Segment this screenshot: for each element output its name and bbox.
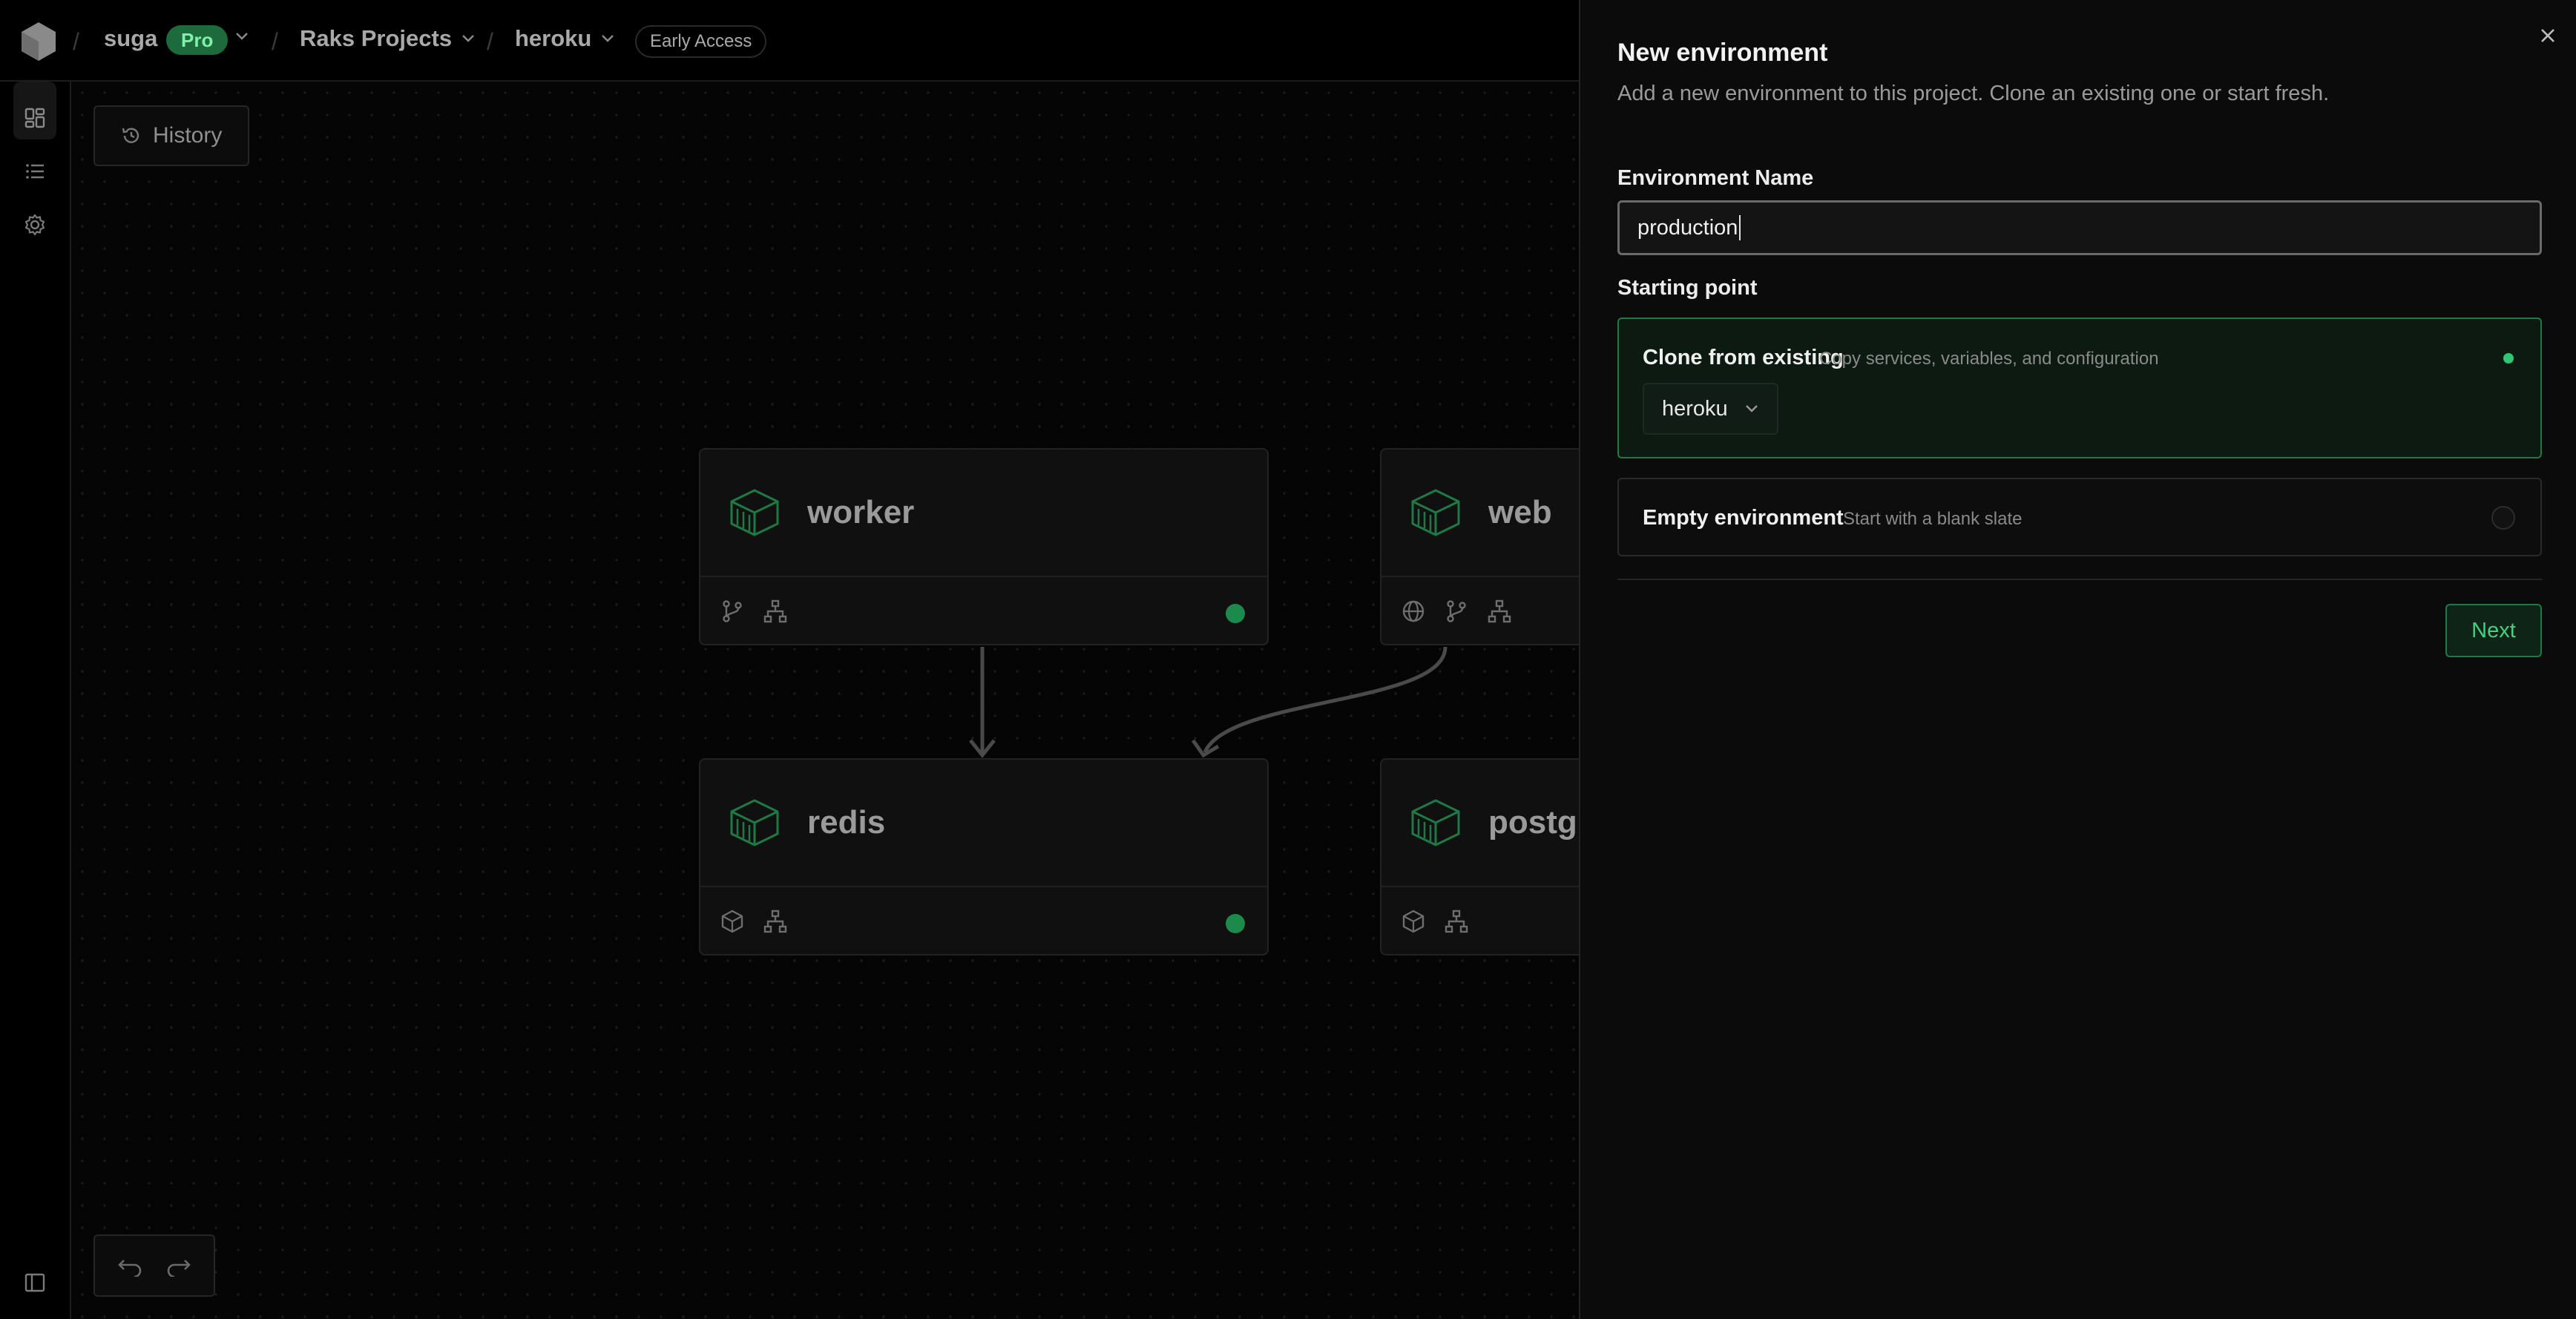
early-access-badge: Early Access <box>635 25 767 58</box>
panel-subtitle: Add a new environment to this project. C… <box>1617 82 2330 105</box>
redo-button[interactable] <box>165 1254 192 1277</box>
radio-selected-indicator[interactable] <box>2503 353 2514 364</box>
edge-layer <box>969 646 1448 759</box>
service-name: web <box>1488 494 1552 530</box>
plan-badge: Pro <box>166 25 229 55</box>
breadcrumb-separator: / <box>272 28 278 55</box>
nav-list[interactable] <box>13 150 56 193</box>
container-icon <box>1411 489 1460 536</box>
starting-point-label: Starting point <box>1617 276 1758 300</box>
globe-icon <box>1402 600 1425 622</box>
service-node-web[interactable]: web <box>1380 448 1579 645</box>
network-icon <box>1488 599 1511 623</box>
org-name[interactable]: suga <box>104 25 157 52</box>
project-name: Raks Projects <box>300 25 453 51</box>
box-icon <box>721 910 743 933</box>
app-root: / suga Pro / Raks Projects / heroku Earl… <box>0 0 2576 1319</box>
source-environment-select[interactable]: heroku <box>1643 383 1778 435</box>
environment-name: heroku <box>515 25 592 51</box>
breadcrumb-separator: / <box>73 28 79 55</box>
sidebar-toggle-button[interactable] <box>13 1261 56 1304</box>
status-indicator <box>1226 914 1245 933</box>
service-name: postg <box>1488 804 1577 841</box>
service-node-redis[interactable]: redis <box>699 758 1269 955</box>
gear-icon <box>24 214 45 236</box>
network-icon <box>763 599 787 623</box>
close-button[interactable] <box>2534 22 2561 49</box>
option-title: Clone from existing <box>1643 346 1844 369</box>
text-caret <box>1739 215 1741 240</box>
redo-icon <box>167 1260 191 1277</box>
source-environment-value: heroku <box>1662 396 1728 421</box>
container-icon <box>730 489 779 536</box>
divider <box>1617 579 2542 580</box>
list-icon <box>26 164 44 179</box>
org-switcher-chevron-icon[interactable] <box>234 31 249 42</box>
nav-dashboard[interactable] <box>13 96 56 139</box>
container-icon <box>730 799 779 846</box>
project-switcher[interactable]: Raks Projects <box>300 25 476 52</box>
edge-web-redis <box>1191 646 1448 758</box>
chevron-down-icon <box>1745 405 1758 412</box>
option-empty-environment[interactable]: Empty environment Start with a blank sla… <box>1617 478 2542 556</box>
service-node-worker[interactable]: worker <box>699 448 1269 645</box>
service-name: worker <box>807 494 915 530</box>
network-icon <box>763 910 787 933</box>
option-description: Copy services, variables, and configurat… <box>1819 349 2159 369</box>
status-indicator <box>1226 604 1245 623</box>
sidebar-toggle-icon <box>24 1273 45 1292</box>
git-branch-icon <box>723 600 742 622</box>
radio-unselected[interactable] <box>2491 506 2515 530</box>
option-title: Empty environment <box>1643 506 1844 530</box>
panel-title: New environment <box>1617 39 1828 67</box>
architecture-canvas[interactable]: History worker web redis postg <box>71 82 1579 1319</box>
top-bar: / suga Pro / Raks Projects / heroku Earl… <box>0 0 1579 82</box>
option-clone-from-existing[interactable]: Clone from existing Copy services, varia… <box>1617 318 2542 458</box>
chevron-down-icon <box>602 35 614 42</box>
environment-name-input[interactable] <box>1617 200 2542 255</box>
service-node-postgres[interactable]: postg <box>1380 758 1579 955</box>
undo-redo-controls <box>93 1234 215 1297</box>
close-icon <box>2541 29 2554 42</box>
box-icon <box>1402 910 1425 933</box>
dashboard-icon <box>24 108 45 128</box>
breadcrumb-separator: / <box>487 28 493 55</box>
app-logo-icon[interactable] <box>19 21 58 62</box>
service-name: redis <box>807 804 886 841</box>
environment-switcher[interactable]: heroku <box>515 25 615 52</box>
edge-worker-redis <box>969 647 996 759</box>
undo-icon <box>118 1260 142 1277</box>
left-sidebar <box>0 82 71 1319</box>
git-branch-icon <box>1447 600 1466 622</box>
environment-name-label: Environment Name <box>1617 166 1814 190</box>
undo-button[interactable] <box>116 1254 143 1277</box>
chevron-down-icon <box>462 35 474 42</box>
new-environment-panel: New environment Add a new environment to… <box>1579 0 2576 1319</box>
container-icon <box>1411 799 1460 846</box>
nav-settings[interactable] <box>13 203 56 246</box>
option-description: Start with a blank slate <box>1843 509 2023 529</box>
next-button[interactable]: Next <box>2445 604 2542 657</box>
network-icon <box>1445 910 1468 933</box>
